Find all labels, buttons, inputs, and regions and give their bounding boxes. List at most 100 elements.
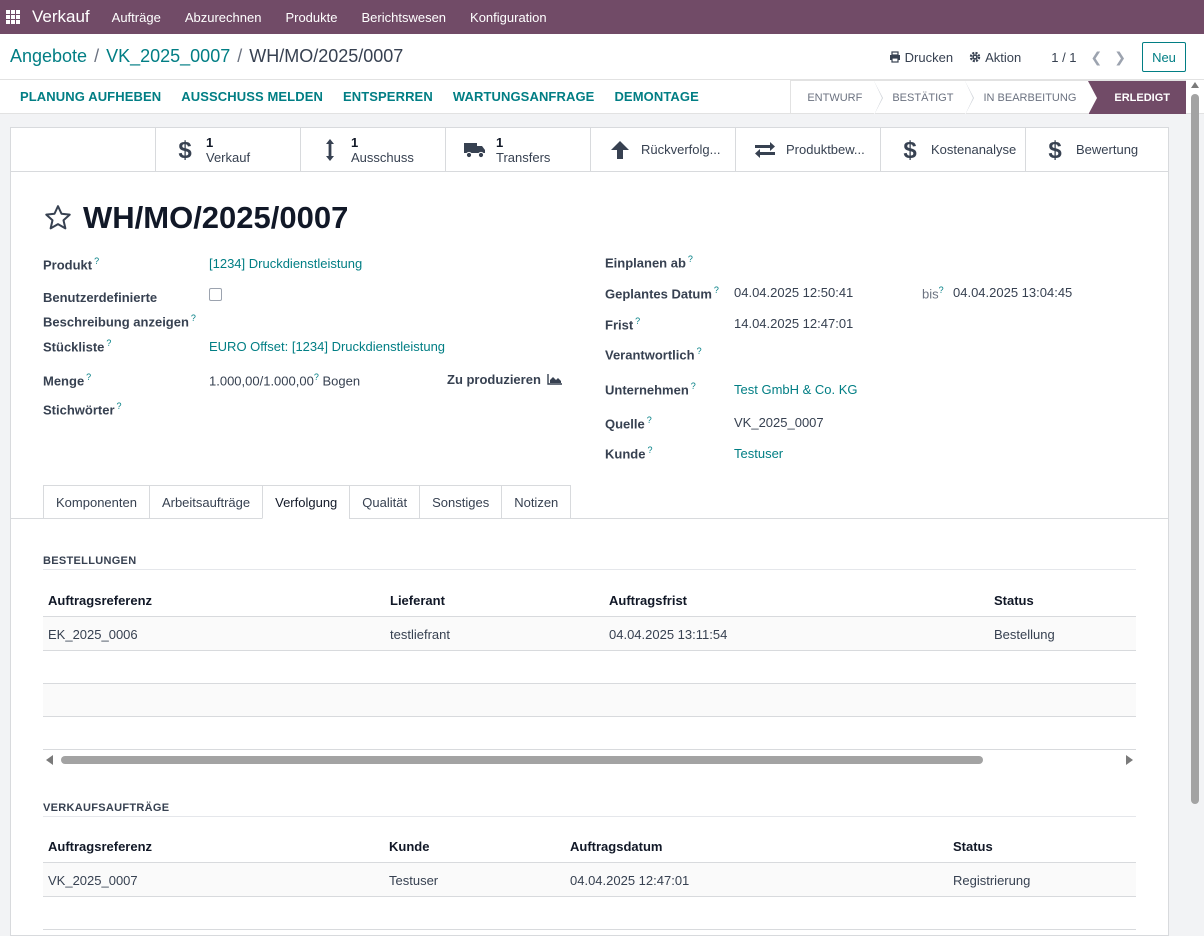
column-header[interactable]: Auftragsreferenz	[48, 593, 152, 608]
deadline-value[interactable]: 14.04.2025 12:47:01	[734, 316, 853, 331]
purchase-orders-table: Auftragsreferenz Lieferant Auftragsfrist…	[43, 583, 1136, 750]
dollar-icon: $	[897, 138, 923, 162]
help-icon[interactable]: ?	[714, 285, 719, 295]
unplan-button[interactable]: PLANUNG AUFHEBEN	[20, 89, 161, 104]
apps-grid-icon[interactable]	[6, 10, 20, 24]
product-label: Produkt?	[43, 256, 100, 273]
company-label: Unternehmen?	[605, 381, 696, 398]
help-icon[interactable]: ?	[86, 372, 91, 382]
scrollbar-thumb[interactable]	[61, 756, 983, 764]
breadcrumb-separator: /	[94, 46, 100, 66]
help-icon[interactable]: ?	[117, 401, 122, 411]
maintenance-request-button[interactable]: WARTUNGSANFRAGE	[453, 89, 595, 104]
sale-count: 1	[206, 134, 214, 150]
table-row[interactable]: VK_2025_0007 Testuser 04.04.2025 12:47:0…	[43, 863, 1136, 897]
bom-value[interactable]: EURO Offset: [1234] Druckdienstleistung	[209, 339, 445, 354]
product-moves-smart-button[interactable]: Produktbew...	[736, 128, 881, 171]
scroll-up-icon[interactable]	[1191, 82, 1199, 88]
traceability-label: Rückverfolg...	[641, 142, 721, 157]
table-row[interactable]: EK_2025_0006 testliefrant 04.04.2025 13:…	[43, 617, 1136, 651]
printer-icon	[889, 51, 900, 63]
tab-arbeitsauftraege[interactable]: Arbeitsaufträge	[148, 485, 263, 519]
custom-description-checkbox[interactable]	[209, 288, 222, 301]
help-icon[interactable]: ?	[688, 254, 693, 264]
menu-konfiguration[interactable]: Konfiguration	[470, 10, 547, 25]
truck-icon	[462, 141, 488, 159]
tab-verfolgung[interactable]: Verfolgung	[262, 485, 350, 519]
breadcrumb-angebote[interactable]: Angebote	[10, 46, 87, 67]
column-header[interactable]: Status	[953, 839, 993, 854]
empty-row	[43, 651, 1136, 684]
cost-analysis-label: Kostenanalyse	[931, 142, 1017, 157]
horizontal-scrollbar[interactable]	[43, 752, 1136, 766]
column-header[interactable]: Auftragsdatum	[570, 839, 662, 854]
scrollbar-thumb[interactable]	[1191, 94, 1199, 804]
column-header[interactable]: Lieferant	[390, 593, 445, 608]
stage-in-progress-label: IN BEARBEITUNG	[983, 91, 1077, 104]
vertical-scrollbar[interactable]	[1190, 82, 1200, 936]
stage-draft-label: ENTWURF	[807, 91, 863, 104]
column-header[interactable]: Kunde	[389, 839, 429, 854]
planned-date-to[interactable]: 04.04.2025 13:04:45	[953, 285, 1072, 300]
help-icon[interactable]: ?	[94, 256, 99, 266]
customer-value[interactable]: Testuser	[734, 446, 783, 461]
help-icon[interactable]: ?	[647, 415, 652, 425]
breadcrumb: Angebote / VK_2025_0007 / WH/MO/2025/000…	[10, 46, 403, 67]
pager-next-icon[interactable]: ❯	[1114, 49, 1126, 66]
menu-produkte[interactable]: Produkte	[285, 10, 337, 25]
traceability-smart-button[interactable]: Rückverfolg...	[591, 128, 736, 171]
menu-auftraege[interactable]: Aufträge	[112, 10, 161, 25]
new-button[interactable]: Neu	[1142, 42, 1186, 72]
app-name[interactable]: Verkauf	[32, 7, 90, 27]
help-icon[interactable]: ?	[697, 346, 702, 356]
help-icon[interactable]: ?	[314, 372, 319, 382]
cell-order-date: 04.04.2025 12:47:01	[570, 873, 690, 888]
tab-sonstiges[interactable]: Sonstiges	[419, 485, 502, 519]
exchange-icon	[752, 141, 778, 159]
star-icon[interactable]	[43, 203, 73, 233]
responsible-label: Verantwortlich?	[605, 346, 702, 363]
product-value[interactable]: [1234] Druckdienstleistung	[209, 256, 362, 271]
svg-text:$: $	[903, 138, 917, 162]
print-button[interactable]: Drucken	[889, 50, 953, 65]
tab-komponenten[interactable]: Komponenten	[43, 485, 149, 519]
breadcrumb-sale-order[interactable]: VK_2025_0007	[106, 46, 230, 67]
tab-notizen[interactable]: Notizen	[501, 485, 572, 519]
scrap-button[interactable]: AUSSCHUSS MELDEN	[181, 89, 323, 104]
help-icon[interactable]: ?	[939, 285, 944, 295]
stage-done[interactable]: ERLEDIGT	[1088, 80, 1186, 115]
transfers-label: Transfers	[496, 149, 551, 165]
sale-smart-button[interactable]: $ 1 Verkauf	[156, 128, 301, 171]
help-icon[interactable]: ?	[635, 316, 640, 326]
help-icon[interactable]: ?	[691, 381, 696, 391]
pager-value[interactable]: 1 / 1	[1051, 50, 1076, 65]
stage-draft[interactable]: ENTWURF	[790, 80, 884, 115]
help-icon[interactable]: ?	[106, 338, 111, 348]
scroll-left-icon[interactable]	[46, 755, 53, 765]
action-button[interactable]: Aktion	[969, 50, 1021, 65]
company-value[interactable]: Test GmbH & Co. KG	[734, 382, 858, 397]
stage-in-progress[interactable]: IN BEARBEITUNG	[965, 80, 1089, 114]
tab-qualitaet[interactable]: Qualität	[349, 485, 420, 519]
breadcrumb-separator: /	[237, 46, 243, 66]
menu-abzurechnen[interactable]: Abzurechnen	[185, 10, 262, 25]
menu-berichtswesen[interactable]: Berichtswesen	[361, 10, 446, 25]
scroll-right-icon[interactable]	[1126, 755, 1133, 765]
scrap-smart-button[interactable]: 1 Ausschuss	[301, 128, 446, 171]
unbuild-button[interactable]: DEMONTAGE	[614, 89, 698, 104]
column-header[interactable]: Auftragsfrist	[609, 593, 687, 608]
pager-prev-icon[interactable]: ❮	[1091, 49, 1103, 66]
column-header[interactable]: Status	[994, 593, 1034, 608]
area-chart-icon[interactable]	[547, 373, 563, 385]
help-icon[interactable]: ?	[191, 313, 196, 323]
valuation-smart-button[interactable]: $ Bewertung	[1026, 128, 1166, 171]
stage-confirmed[interactable]: BESTÄTIGT	[874, 80, 975, 115]
print-label: Drucken	[904, 49, 954, 65]
planned-date-from[interactable]: 04.04.2025 12:50:41	[734, 285, 853, 300]
custom-description-label: Benutzerdefinierte Beschreibung anzeigen?	[43, 290, 196, 330]
column-header[interactable]: Auftragsreferenz	[48, 839, 152, 854]
transfers-smart-button[interactable]: 1 Transfers	[446, 128, 591, 171]
cost-analysis-smart-button[interactable]: $ Kostenanalyse	[881, 128, 1026, 171]
unlock-button[interactable]: ENTSPERREN	[343, 89, 433, 104]
help-icon[interactable]: ?	[647, 445, 652, 455]
